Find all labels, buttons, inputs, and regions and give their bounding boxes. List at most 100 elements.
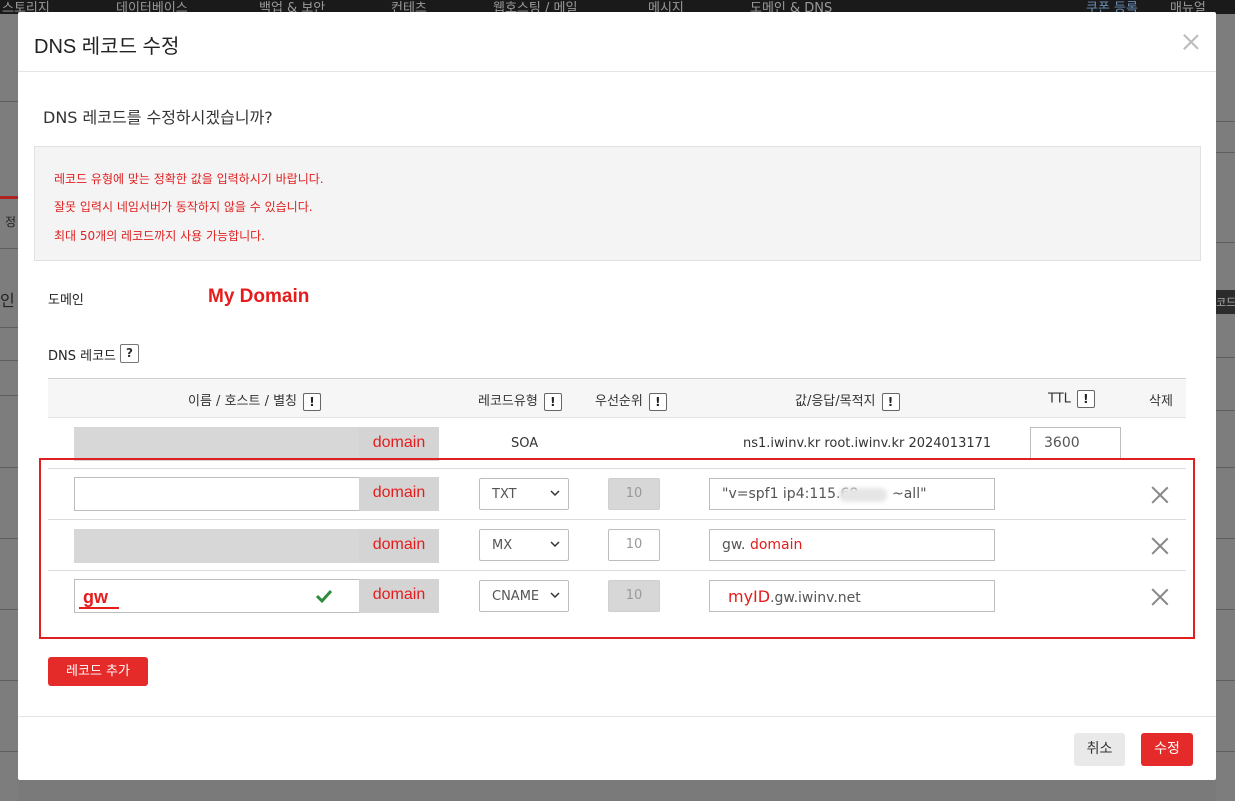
- bg-divider: [0, 360, 18, 361]
- bg-divider: [1216, 242, 1235, 243]
- record-type-select[interactable]: CNAME: [479, 580, 569, 612]
- chevron-down-icon: [550, 592, 560, 599]
- priority-input[interactable]: 10: [608, 529, 660, 561]
- add-record-button[interactable]: 레코드 추가: [48, 657, 148, 686]
- records-table-header: 이름 / 호스트 / 별칭! 레코드유형! 우선순위! 값/응답/목적지! TT…: [48, 378, 1186, 418]
- record-type-value: TXT: [492, 487, 517, 502]
- notice-line: 잘못 입력시 네임서버가 동작하지 않을 수 있습니다.: [54, 200, 313, 214]
- record-value-input[interactable]: myID.gw.iwinv.net: [709, 580, 995, 612]
- row-divider: [48, 570, 1186, 571]
- bg-divider: [0, 680, 18, 681]
- info-icon[interactable]: !: [648, 392, 667, 411]
- record-value-highlight: domain: [749, 537, 803, 553]
- ttl-input[interactable]: 3600: [1030, 427, 1121, 459]
- bg-side-text: 인: [0, 291, 15, 310]
- notice-box: 레코드 유형에 맞는 정확한 값을 입력하시기 바랍니다. 잘못 입력시 네임서…: [34, 146, 1201, 261]
- bg-divider: [1216, 410, 1235, 411]
- bg-divider: [1216, 357, 1235, 358]
- chevron-down-icon: [550, 541, 560, 548]
- column-header-name: 이름 / 호스트 / 별칭!: [188, 390, 322, 411]
- record-value-highlight: myID: [728, 587, 771, 606]
- column-header-label: 우선순위: [595, 394, 643, 409]
- close-icon[interactable]: [1181, 32, 1201, 52]
- delete-icon[interactable]: [1151, 486, 1169, 504]
- check-icon: [315, 589, 333, 604]
- record-value-tail: ~all": [892, 486, 927, 502]
- host-input[interactable]: [74, 477, 360, 511]
- bg-divider: [1216, 751, 1235, 752]
- record-type-select[interactable]: TXT: [479, 478, 569, 510]
- notice-line: 레코드 유형에 맞는 정확한 값을 입력하시기 바랍니다.: [54, 172, 324, 186]
- footer-divider: [18, 716, 1216, 717]
- domain-suffix: domain: [359, 529, 439, 563]
- record-value-suffix: .gw.iwinv.net: [770, 590, 861, 606]
- domain-label: 도메인: [48, 293, 84, 308]
- bg-divider: [0, 751, 18, 752]
- column-header-label: 값/응답/목적지: [795, 394, 876, 409]
- cancel-button[interactable]: 취소: [1074, 733, 1125, 766]
- domain-suffix: domain: [359, 579, 439, 613]
- delete-icon[interactable]: [1151, 537, 1169, 555]
- record-value-soa: ns1.iwinv.kr root.iwinv.kr 2024013171: [743, 436, 992, 451]
- host-input-soa: [74, 427, 360, 461]
- domain-suffix: domain: [359, 477, 439, 511]
- domain-suffix: domain: [359, 427, 439, 461]
- bg-active-indicator: [0, 196, 18, 199]
- column-header-label: 이름 / 호스트 / 별칭: [188, 394, 298, 409]
- host-value: gw: [83, 587, 108, 607]
- record-value-input[interactable]: gw. domain: [709, 529, 995, 561]
- dns-edit-modal: DNS 레코드 수정 DNS 레코드를 수정하시겠습니까? 레코드 유형에 맞는…: [18, 12, 1216, 780]
- info-icon[interactable]: !: [881, 392, 900, 411]
- priority-input: 10: [608, 580, 660, 612]
- record-type-value: CNAME: [492, 589, 540, 604]
- bg-divider: [0, 609, 18, 610]
- column-header-delete: 삭제: [1149, 394, 1173, 409]
- bg-divider: [1216, 609, 1235, 610]
- bg-divider: [1216, 680, 1235, 681]
- redacted-blur: [839, 488, 887, 502]
- bg-side-text: 정: [5, 215, 17, 229]
- notice-line: 최대 50개의 레코드까지 사용 가능합니다.: [54, 229, 265, 243]
- domain-value: My Domain: [208, 286, 310, 307]
- record-type-select[interactable]: MX: [479, 529, 569, 561]
- delete-icon[interactable]: [1151, 588, 1169, 606]
- bg-left-strip: [0, 14, 18, 801]
- column-header-value: 값/응답/목적지!: [795, 390, 900, 411]
- host-input[interactable]: [74, 529, 360, 563]
- bg-divider: [1216, 121, 1235, 122]
- host-underline: [79, 607, 119, 609]
- record-type-value: MX: [492, 538, 513, 553]
- bg-side-dark: 코드: [1216, 290, 1235, 314]
- bg-divider: [1216, 152, 1235, 153]
- column-header-label: TTL: [1048, 391, 1071, 407]
- bg-divider: [0, 467, 18, 468]
- column-header-priority: 우선순위!: [595, 390, 667, 411]
- host-input[interactable]: gw: [74, 579, 360, 613]
- submit-button[interactable]: 수정: [1141, 733, 1193, 766]
- bg-divider: [0, 327, 18, 328]
- priority-input: 10: [608, 478, 660, 510]
- confirm-question: DNS 레코드를 수정하시겠습니까?: [43, 108, 273, 127]
- bg-side-text: 코드: [1216, 296, 1235, 309]
- row-divider: [48, 468, 1186, 469]
- record-value-text: myID.gw.iwinv.net: [728, 587, 861, 606]
- record-value-prefix: gw.: [722, 537, 746, 553]
- info-icon[interactable]: !: [1076, 390, 1095, 408]
- modal-header: DNS 레코드 수정: [18, 12, 1216, 72]
- record-value-input[interactable]: "v=spf1 ip4:115.68. ~all": [709, 478, 995, 510]
- bg-divider: [0, 538, 18, 539]
- column-header-label: 레코드유형: [478, 394, 538, 409]
- record-type-soa: SOA: [511, 436, 539, 451]
- row-divider: [48, 519, 1186, 520]
- bg-divider: [1216, 467, 1235, 468]
- bg-divider: [0, 248, 18, 249]
- bg-divider: [0, 395, 18, 396]
- modal-title: DNS 레코드 수정: [34, 36, 180, 58]
- ttl-value: 3600: [1044, 435, 1080, 451]
- help-icon[interactable]: ?: [120, 344, 139, 363]
- column-header-type: 레코드유형!: [478, 390, 562, 411]
- bg-divider: [1216, 538, 1235, 539]
- record-value-text: gw. domain: [722, 537, 802, 553]
- info-icon[interactable]: !: [543, 392, 562, 411]
- info-icon[interactable]: !: [303, 392, 322, 411]
